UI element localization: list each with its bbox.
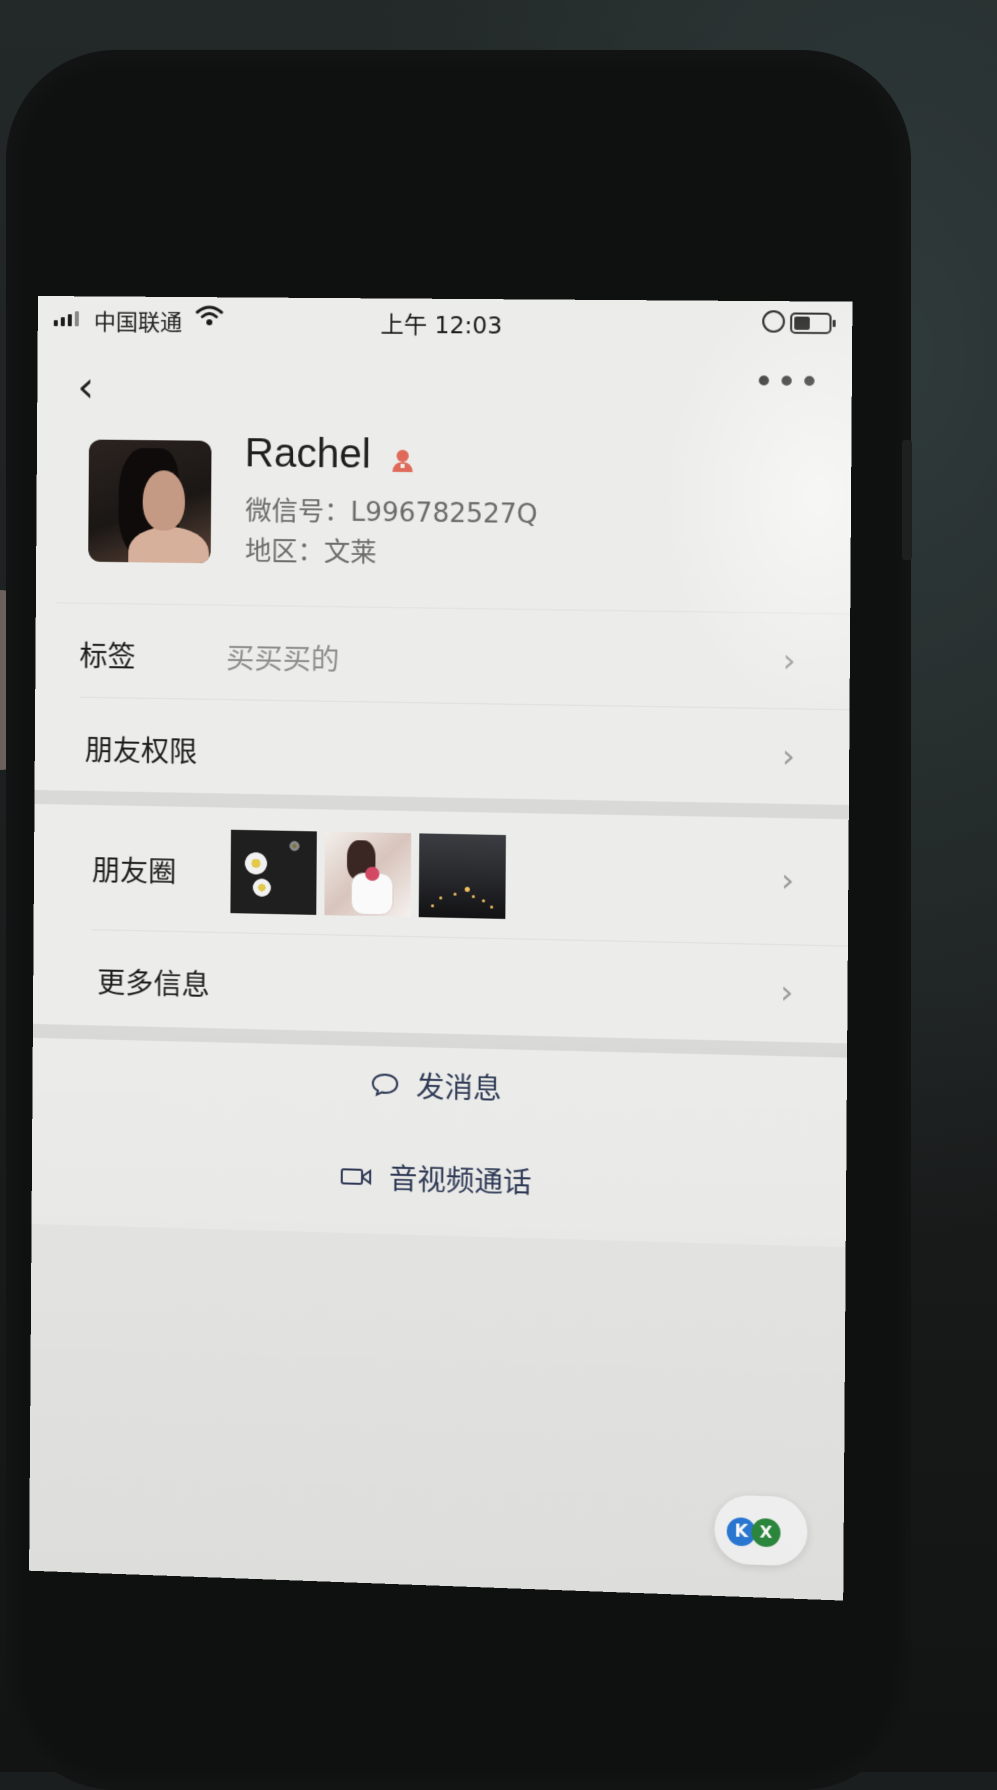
moments-photo: [419, 833, 506, 919]
back-button[interactable]: ‹: [77, 366, 94, 408]
avatar[interactable]: [88, 440, 211, 564]
tags-value: 买买买的: [226, 637, 339, 679]
floating-widget[interactable]: K X: [714, 1494, 807, 1566]
region: 地区：文莱: [245, 531, 377, 570]
status-time: 上午 12:03: [38, 303, 853, 343]
chat-bubble-icon: [370, 1072, 399, 1097]
phone-side-button: [902, 440, 912, 560]
tags-label: 标签: [79, 635, 135, 676]
contact-name: Rachel: [245, 431, 371, 478]
chevron-right-icon: ›: [780, 973, 794, 1012]
video-call-button[interactable]: 音视频通话: [32, 1148, 846, 1211]
send-message-button[interactable]: 发消息: [32, 1056, 847, 1117]
chevron-right-icon: ›: [781, 861, 795, 900]
chevron-right-icon: ›: [782, 737, 796, 776]
moments-label: 朋友圈: [92, 849, 177, 891]
moments-row[interactable]: 朋友圈 ›: [34, 804, 849, 946]
moments-photo: [230, 830, 316, 915]
moments-thumbnails: [230, 830, 506, 919]
battery-level: [794, 317, 810, 330]
battery-icon: [790, 312, 832, 334]
status-bar: 中国联通 上午 12:03: [38, 296, 853, 347]
orientation-lock-icon: [762, 310, 785, 333]
more-info-label: 更多信息: [97, 961, 210, 1004]
chevron-right-icon: ›: [782, 641, 796, 680]
friend-permissions-row[interactable]: 朋友权限 ›: [35, 698, 850, 805]
video-camera-icon: [339, 1166, 372, 1187]
more-options-button[interactable]: •••: [753, 362, 822, 403]
friend-permissions-label: 朋友权限: [85, 729, 198, 771]
tags-row[interactable]: 标签 买买买的 ›: [35, 606, 850, 709]
wechat-id: 微信号：L996782527Q: [245, 490, 538, 531]
moments-photo: [324, 832, 411, 917]
send-message-label: 发消息: [416, 1070, 502, 1105]
floating-app-icon: X: [751, 1518, 780, 1547]
video-call-label: 音视频通话: [389, 1162, 532, 1199]
phone-screen: 中国联通 上午 12:03 ‹ ••• Rachel 微信号：L99678252…: [29, 296, 852, 1601]
female-icon: [389, 448, 416, 475]
